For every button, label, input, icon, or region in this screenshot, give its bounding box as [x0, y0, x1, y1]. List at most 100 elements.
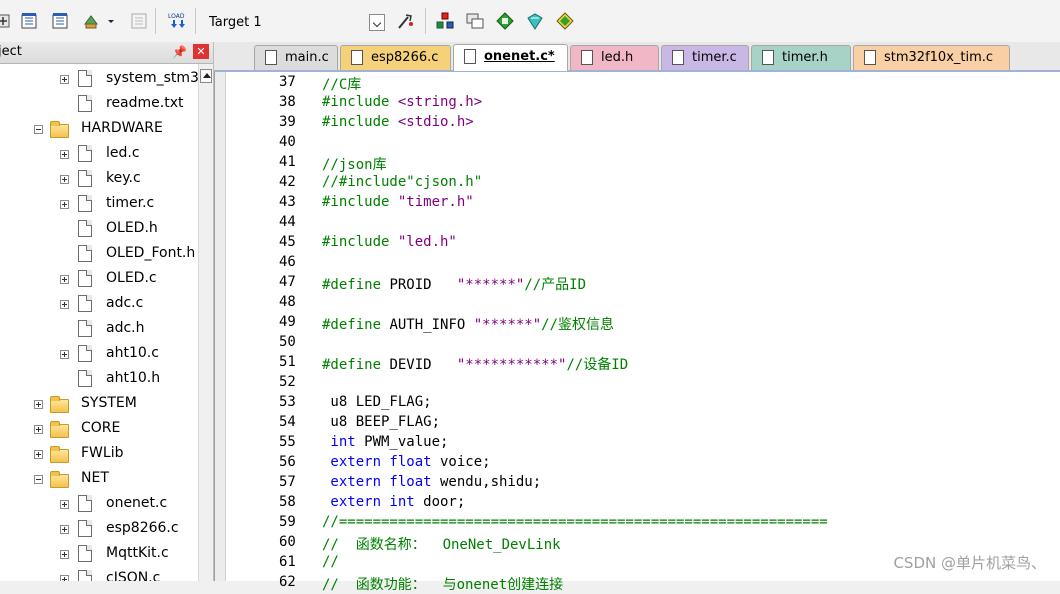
code-line[interactable]: 60 // 函数名称： OneNet_DevLink	[225, 532, 1060, 553]
tab-label: stm32f10x_tim.c	[884, 50, 994, 65]
code-line[interactable]: 58 extern int door;	[225, 492, 1060, 512]
expand-icon[interactable]	[34, 425, 43, 434]
code-token: //	[322, 554, 339, 570]
close-icon[interactable]: ✕	[193, 44, 209, 59]
project-tree-scrollbar[interactable]	[198, 64, 213, 581]
code-line[interactable]: 37 //C库	[225, 72, 1060, 93]
tree-file[interactable]: system_stm3	[0, 68, 198, 90]
code-token: PROID	[389, 277, 457, 293]
tree-file[interactable]: readme.txt	[0, 93, 198, 115]
chevron-down-icon[interactable]	[369, 14, 385, 31]
expand-icon[interactable]	[60, 200, 69, 209]
collapse-icon[interactable]	[34, 475, 43, 484]
tree-file[interactable]: timer.c	[0, 193, 198, 215]
tree-file[interactable]: aht10.c	[0, 343, 198, 365]
tree-item-label: OLED.c	[106, 270, 157, 286]
options-for-target-icon[interactable]	[396, 12, 416, 30]
expand-icon[interactable]	[34, 450, 43, 459]
tree-file[interactable]: onenet.c	[0, 493, 198, 515]
expand-icon[interactable]	[60, 275, 69, 284]
code-line[interactable]: 57 extern float wendu,shidu;	[225, 472, 1060, 492]
code-line[interactable]: 42 //#include"cjson.h"	[225, 172, 1060, 192]
manage-components-icon[interactable]	[436, 12, 454, 30]
code-editor[interactable]: 37 //C库 38 #include <string.h> 39 #include <s…	[214, 72, 1060, 593]
code-line[interactable]: 52	[225, 372, 1060, 392]
tree-folder[interactable]: NET	[0, 468, 198, 490]
scroll-up-arrow-icon[interactable]	[200, 69, 212, 83]
run-time-environment-icon[interactable]	[556, 12, 574, 30]
code-line[interactable]: 38 #include <string.h>	[225, 92, 1060, 112]
expand-icon[interactable]	[60, 525, 69, 534]
tree-file[interactable]: esp8266.c	[0, 518, 198, 540]
tab-esp8266-c[interactable]: esp8266.c	[340, 45, 451, 70]
select-pack-icon[interactable]	[526, 12, 544, 30]
code-text: #define DEVID "***********"//设备ID	[322, 354, 628, 374]
code-text: extern int door;	[322, 494, 465, 510]
tree-file[interactable]: OLED.c	[0, 268, 198, 290]
tree-file[interactable]: adc.c	[0, 293, 198, 315]
code-line[interactable]: 47 #define PROID "******"//产品ID	[225, 272, 1060, 294]
pin-icon[interactable]: 📌	[172, 45, 187, 59]
file-extensions-icon[interactable]	[466, 12, 484, 30]
chevron-down-icon[interactable]	[106, 12, 116, 30]
tree-folder[interactable]: HARDWARE	[0, 118, 198, 140]
tree-folder[interactable]: FWLib	[0, 443, 198, 465]
expand-icon[interactable]	[60, 500, 69, 509]
batch-build-icon[interactable]	[82, 12, 100, 30]
tab-stm32f10x-tim-c[interactable]: stm32f10x_tim.c	[853, 45, 1010, 70]
expand-icon[interactable]	[60, 350, 69, 359]
expand-icon[interactable]	[60, 575, 69, 581]
code-line[interactable]: 44	[225, 212, 1060, 232]
translate-icon[interactable]	[0, 12, 12, 30]
tab-timer-c[interactable]: timer.c	[661, 45, 749, 70]
tree-file[interactable]: key.c	[0, 168, 198, 190]
code-line[interactable]: 43 #include "timer.h"	[225, 192, 1060, 212]
code-line[interactable]: 62 // 函数功能： 与onenet创建连接	[225, 572, 1060, 593]
expand-icon[interactable]	[34, 400, 43, 409]
tree-folder[interactable]: SYSTEM	[0, 393, 198, 415]
tree-file[interactable]: OLED.h	[0, 218, 198, 240]
code-line[interactable]: 45 #include "led.h"	[225, 232, 1060, 252]
tree-folder[interactable]: CORE	[0, 418, 198, 440]
expand-icon[interactable]	[60, 175, 69, 184]
expand-icon[interactable]	[60, 75, 69, 84]
code-line[interactable]: 40	[225, 132, 1060, 152]
code-line[interactable]: 39 #include <stdio.h>	[225, 112, 1060, 132]
tree-file[interactable]: MqttKit.c	[0, 543, 198, 565]
code-line[interactable]: 41 //json库	[225, 152, 1060, 173]
code-line[interactable]: 50	[225, 332, 1060, 352]
tree-item-label: cJSON.c	[106, 570, 161, 581]
expand-icon[interactable]	[60, 150, 69, 159]
code-token: extern float	[322, 454, 432, 470]
tree-file[interactable]: cJSON.c	[0, 568, 198, 581]
build-icon[interactable]	[20, 12, 38, 30]
line-number: 54	[279, 414, 296, 430]
target-select[interactable]: Target 1	[201, 12, 387, 34]
code-text: #define PROID "******"//产品ID	[322, 274, 586, 294]
tab-onenet-c-[interactable]: onenet.c*	[453, 44, 568, 71]
tree-item-label: key.c	[106, 170, 141, 186]
code-line[interactable]: 51 #define DEVID "***********"//设备ID	[225, 352, 1060, 374]
tree-file[interactable]: led.c	[0, 143, 198, 165]
code-line[interactable]: 48	[225, 292, 1060, 312]
expand-icon[interactable]	[60, 550, 69, 559]
code-line[interactable]: 46	[225, 252, 1060, 272]
code-line[interactable]: 56 extern float voice;	[225, 452, 1060, 472]
tree-file[interactable]: adc.h	[0, 318, 198, 340]
rebuild-icon[interactable]	[51, 12, 69, 30]
expand-icon[interactable]	[60, 300, 69, 309]
code-line[interactable]: 55 int PWM_value;	[225, 432, 1060, 452]
code-line[interactable]: 59 //====================================…	[225, 512, 1060, 532]
code-line[interactable]: 49 #define AUTH_INFO "******"//鉴权信息	[225, 312, 1060, 333]
tab-led-h[interactable]: led.h	[570, 45, 659, 70]
collapse-icon[interactable]	[34, 125, 43, 134]
tab-timer-h[interactable]: timer.h	[751, 45, 851, 70]
pack-installer-icon[interactable]	[496, 12, 514, 30]
tab-main-c[interactable]: main.c	[254, 45, 338, 70]
download-icon[interactable]: LOAD	[167, 12, 189, 30]
tab-label: onenet.c*	[484, 49, 555, 64]
code-line[interactable]: 53 u8 LED_FLAG;	[225, 392, 1060, 412]
tree-file[interactable]: OLED_Font.h	[0, 243, 198, 265]
code-line[interactable]: 54 u8 BEEP_FLAG;	[225, 412, 1060, 432]
tree-file[interactable]: aht10.h	[0, 368, 198, 390]
